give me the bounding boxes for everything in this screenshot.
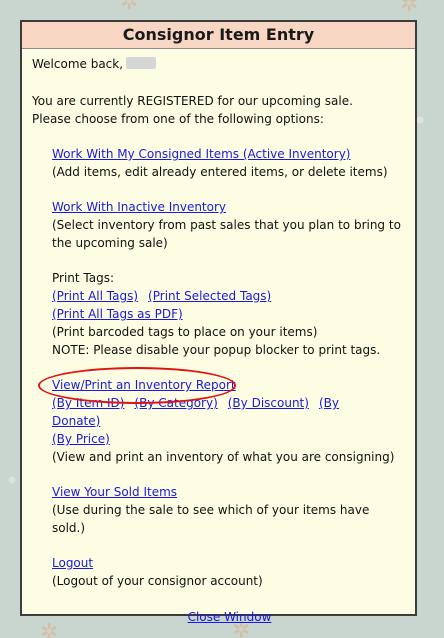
report-link-row: View/Print an Inventory Report <box>38 367 405 404</box>
print-tags-pdf-link[interactable]: (Print All Tags as PDF) <box>52 307 183 321</box>
sold-items-desc: (Use during the sale to see which of you… <box>52 503 370 535</box>
registration-status: You are currently REGISTERED for our upc… <box>32 94 353 108</box>
welcome-text: Welcome back, <box>32 57 124 71</box>
report-by-donate-link-cont[interactable]: Donate) <box>52 414 100 428</box>
print-tags-option: Print Tags: (Print All Tags) (Print Selec… <box>52 269 405 359</box>
inactive-inventory-desc-line2: the upcoming sale) <box>52 236 168 250</box>
active-inventory-desc: (Add items, edit already entered items, … <box>52 165 388 179</box>
options-list: Work With My Consigned Items (Active Inv… <box>38 145 405 590</box>
logout-desc: (Logout of your consignor account) <box>52 574 263 588</box>
report-by-discount-link[interactable]: (By Discount) <box>228 396 309 410</box>
intro-text: You are currently REGISTERED for our upc… <box>32 92 405 128</box>
background-ornament: ✲ <box>120 0 139 15</box>
report-by-price-link[interactable]: (By Price) <box>52 432 110 446</box>
sold-items-link[interactable]: View Your Sold Items <box>52 485 177 499</box>
inactive-inventory-desc-line1: (Select inventory from past sales that y… <box>52 218 401 232</box>
active-inventory-option: Work With My Consigned Items (Active Inv… <box>52 145 405 181</box>
inactive-inventory-link[interactable]: Work With Inactive Inventory <box>52 200 226 214</box>
print-tags-desc: (Print barcoded tags to place on your it… <box>52 325 318 339</box>
blurred-username <box>126 57 157 69</box>
inventory-report-option: View/Print an Inventory Report (By Item … <box>38 367 405 466</box>
sold-items-option: View Your Sold Items (Use during the sal… <box>52 483 405 537</box>
choose-option-text: Please choose from one of the following … <box>32 112 324 126</box>
logout-link[interactable]: Logout <box>52 556 93 570</box>
active-inventory-link[interactable]: Work With My Consigned Items (Active Inv… <box>52 147 350 161</box>
print-tags-label: Print Tags: <box>52 271 115 285</box>
inventory-report-link[interactable]: View/Print an Inventory Report <box>52 378 236 392</box>
inventory-report-desc: (View and print an inventory of what you… <box>52 450 395 464</box>
panel-body: Welcome back, You are currently REGISTER… <box>22 49 415 626</box>
popup-blocker-note: NOTE: Please disable your popup blocker … <box>52 343 381 357</box>
background-ornament: ✲ <box>400 0 419 17</box>
inactive-inventory-option: Work With Inactive Inventory (Select inv… <box>52 198 405 252</box>
panel-title: Consignor Item Entry <box>22 22 415 49</box>
logout-option: Logout (Logout of your consignor account… <box>52 554 405 590</box>
welcome-row: Welcome back, <box>32 55 405 73</box>
report-by-category-link[interactable]: (By Category) <box>134 396 217 410</box>
print-selected-tags-link[interactable]: (Print Selected Tags) <box>148 289 271 303</box>
close-window-link[interactable]: Close Window <box>188 610 272 624</box>
close-row: Close Window <box>54 608 405 626</box>
report-by-donate-link[interactable]: (By <box>319 396 339 410</box>
print-all-tags-link[interactable]: (Print All Tags) <box>52 289 138 303</box>
report-by-item-id-link[interactable]: (By Item ID) <box>52 396 124 410</box>
consignor-panel: Consignor Item Entry Welcome back, You a… <box>20 20 417 624</box>
